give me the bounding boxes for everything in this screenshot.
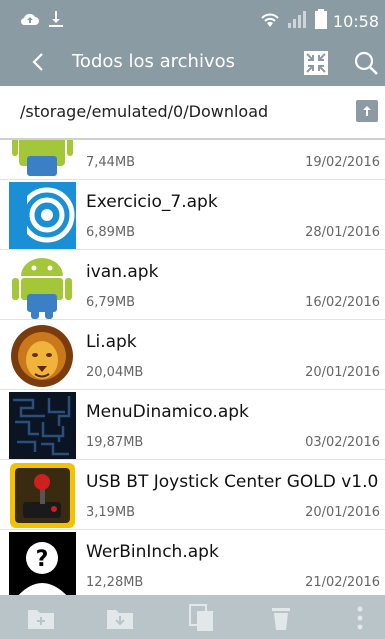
file-list: 7,44MB 19/02/2016 Exercicio_7.apk 6,89MB… (0, 140, 385, 595)
file-date: 19/02/2016 (305, 155, 380, 170)
file-name: Li.apk (86, 332, 137, 352)
file-name: WerBinInch.apk (86, 542, 219, 562)
concentric-circles-app-icon (9, 182, 76, 249)
file-row[interactable]: MenuDinamico.apk 19,87MB 03/02/2016 (0, 390, 385, 460)
new-folder-icon[interactable] (27, 604, 55, 632)
file-date: 16/02/2016 (305, 295, 380, 310)
page-title: Todos los archivos (72, 51, 235, 72)
unknown-person-icon: ? (9, 532, 76, 595)
copy-icon[interactable] (188, 604, 216, 632)
download-icon (48, 10, 64, 32)
status-bar: 10:58 (0, 0, 385, 40)
move-to-folder-icon[interactable] (106, 604, 134, 632)
android-apk-icon (9, 252, 76, 319)
file-size: 7,44MB (86, 155, 136, 170)
file-row[interactable]: ? WerBinInch.apk 12,28MB 21/02/2016 (0, 530, 385, 595)
file-size: 3,19MB (86, 505, 136, 520)
maze-app-icon (9, 392, 76, 459)
file-row[interactable]: 7,44MB 19/02/2016 (0, 140, 385, 180)
file-size: 6,89MB (86, 225, 136, 240)
folder-up-icon[interactable] (356, 100, 378, 122)
wifi-icon (259, 10, 281, 32)
file-date: 20/01/2016 (305, 505, 380, 520)
app-bar: Todos los archivos (0, 40, 385, 86)
file-row[interactable]: Li.apk 20,04MB 20/01/2016 (0, 320, 385, 390)
bottom-action-bar (0, 595, 385, 639)
file-row[interactable]: USB BT Joystick Center GOLD v1.0 3,19MB … (0, 460, 385, 530)
android-apk-icon (9, 140, 76, 179)
current-path: /storage/emulated/0/Download (20, 102, 269, 121)
file-name: ivan.apk (86, 262, 159, 282)
file-size: 6,79MB (86, 295, 136, 310)
file-date: 03/02/2016 (305, 435, 380, 450)
path-bar: /storage/emulated/0/Download (0, 86, 385, 140)
file-size: 19,87MB (86, 435, 144, 450)
more-options-icon[interactable] (346, 604, 374, 632)
signal-icon (287, 9, 309, 33)
file-size: 20,04MB (86, 365, 144, 380)
status-time: 10:58 (332, 11, 379, 31)
battery-icon (314, 9, 327, 33)
lion-app-icon (9, 322, 76, 389)
cloud-upload-icon (20, 11, 40, 31)
file-name: USB BT Joystick Center GOLD v1.0 (86, 472, 379, 492)
file-date: 28/01/2016 (305, 225, 380, 240)
collapse-view-icon[interactable] (302, 49, 330, 77)
file-date: 21/02/2016 (305, 575, 380, 590)
file-row[interactable]: Exercicio_7.apk 6,89MB 28/01/2016 (0, 180, 385, 250)
file-size: 12,28MB (86, 575, 144, 590)
file-name: MenuDinamico.apk (86, 402, 249, 422)
svg-text:?: ? (36, 547, 49, 572)
file-row[interactable]: ivan.apk 6,79MB 16/02/2016 (0, 250, 385, 320)
back-arrow-icon[interactable] (26, 50, 50, 74)
search-icon[interactable] (352, 49, 380, 77)
file-date: 20/01/2016 (305, 365, 380, 380)
delete-icon[interactable] (267, 604, 295, 632)
joystick-app-icon (9, 462, 76, 529)
file-name: Exercicio_7.apk (86, 192, 218, 212)
